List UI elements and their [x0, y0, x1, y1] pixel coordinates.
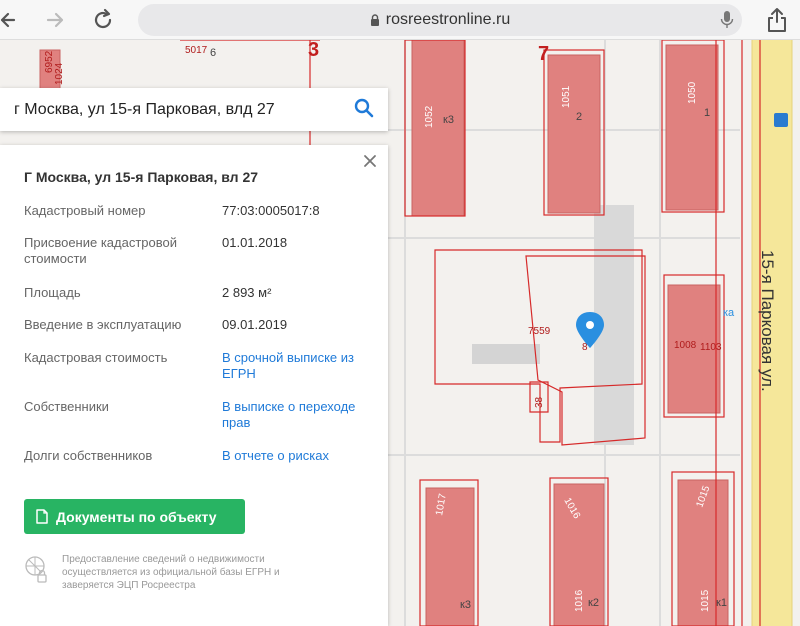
owners-label: Собственники: [24, 399, 109, 414]
close-icon[interactable]: [360, 151, 380, 171]
forward-icon[interactable]: [40, 5, 70, 35]
microphone-icon[interactable]: [720, 10, 734, 35]
house-label: 2: [576, 111, 582, 123]
block-number: 3: [308, 40, 319, 61]
reload-icon[interactable]: [88, 5, 118, 35]
parcel-number: 1008: [674, 340, 697, 351]
documents-button-label: Документы по объекту: [56, 508, 217, 525]
cadastral-number-value: 77:03:0005017:8: [222, 203, 320, 218]
url-bar[interactable]: rosreestronline.ru: [138, 4, 742, 36]
building-number: 1015: [700, 589, 711, 612]
building-grey: [472, 344, 540, 364]
browser-toolbar: rosreestronline.ru: [0, 0, 800, 40]
back-icon[interactable]: [0, 5, 24, 35]
search-input[interactable]: [0, 89, 330, 130]
house-label: 1: [704, 107, 710, 119]
street-label: 15-я Парковая ул.: [758, 250, 777, 392]
house-label: к2: [588, 597, 599, 609]
parcel-number: 1024: [54, 62, 65, 85]
document-icon: [36, 509, 48, 524]
building-number: 1050: [687, 81, 698, 104]
commissioning-value: 09.01.2019: [222, 317, 288, 332]
parcel-number: 1103: [700, 342, 722, 353]
cadastral-value-label: Кадастровая стоимость: [24, 350, 168, 365]
cadastral-value-link[interactable]: В срочной выписке из ЕГРН: [222, 350, 372, 382]
owner-debts-link[interactable]: В отчете о рисках: [222, 448, 372, 464]
valuation-date-label: Присвоение кадастровой стоимости: [24, 235, 178, 266]
house-label: 6: [210, 47, 216, 59]
cadastral-number-label: Кадастровый номер: [24, 203, 146, 218]
building: [547, 54, 601, 214]
parcel-number: 7559: [528, 326, 551, 337]
share-icon[interactable]: [762, 5, 792, 35]
parcel-number: 38: [534, 396, 545, 408]
bus-stop-icon: [774, 113, 788, 127]
search-box: [0, 88, 388, 131]
owner-debts-label: Долги собственников: [24, 448, 153, 463]
owners-link[interactable]: В выписке о переходе прав: [222, 399, 372, 431]
house-label: к1: [716, 597, 727, 609]
building-number: 1052: [424, 105, 435, 128]
house-label: к3: [460, 599, 471, 611]
valuation-date-value: 01.01.2018: [222, 235, 288, 250]
search-icon[interactable]: [354, 98, 374, 123]
property-info-panel: Г Москва, ул 15-я Парковая, вл 27 Кадаст…: [0, 145, 388, 626]
building-number: 1051: [561, 85, 572, 108]
area-label: Площадь: [24, 285, 81, 300]
panel-title: Г Москва, ул 15-я Парковая, вл 27: [24, 169, 259, 185]
area-value: 2 893 м²: [222, 285, 272, 300]
house-label: ка: [723, 307, 735, 319]
registry-shield-icon: [24, 555, 48, 590]
documents-button[interactable]: Документы по объекту: [24, 499, 245, 534]
url-text: rosreestronline.ru: [385, 11, 511, 28]
building-number: 1016: [574, 589, 585, 612]
block-number: 7: [538, 43, 549, 65]
commissioning-label: Введение в эксплуатацию: [24, 317, 182, 332]
building: [411, 40, 465, 217]
parcel-number: 5017: [185, 45, 208, 56]
disclaimer-text: Предоставление сведений о недвижимости о…: [62, 554, 280, 591]
building: [665, 44, 719, 211]
lock-icon: [370, 13, 379, 26]
house-label: к3: [443, 114, 454, 126]
